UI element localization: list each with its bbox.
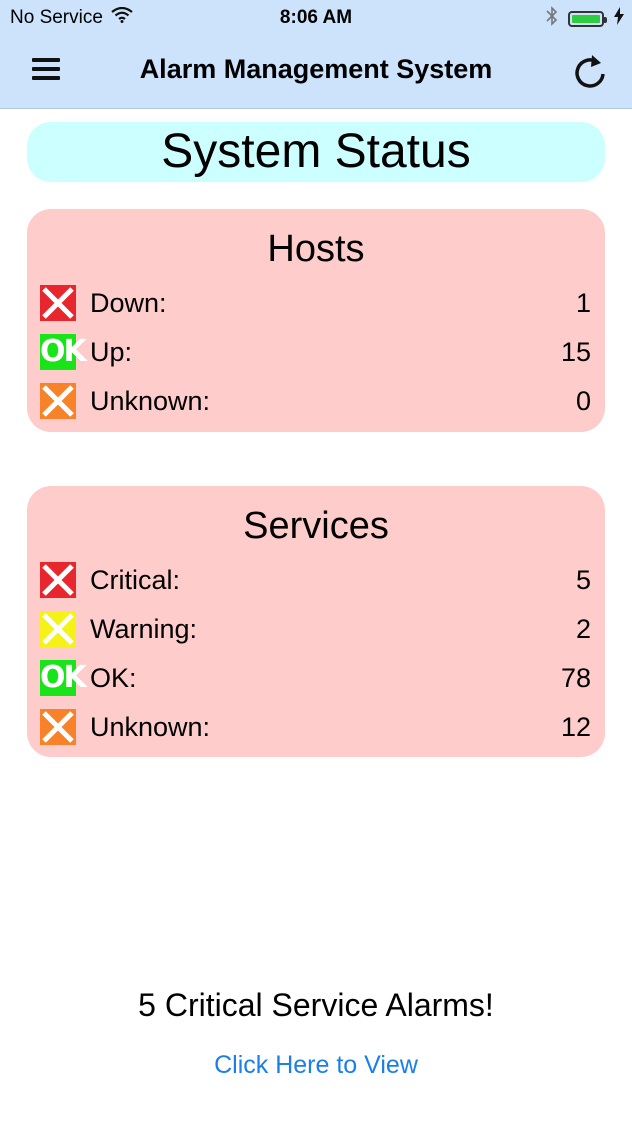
services-row-warning: Warning: 2 xyxy=(27,605,605,654)
system-status-banner: System Status xyxy=(27,122,605,182)
unknown-x-icon xyxy=(40,383,76,419)
hosts-row-unknown: Unknown: 0 xyxy=(27,377,605,426)
hosts-row-up: OK Up: 15 xyxy=(27,328,605,377)
battery-icon xyxy=(568,11,607,27)
row-label: Up: xyxy=(90,337,133,367)
row-label: Unknown: xyxy=(90,712,211,742)
critical-x-icon xyxy=(40,562,76,598)
row-value: 5 xyxy=(575,565,591,595)
row-value: 15 xyxy=(560,337,591,367)
charging-icon xyxy=(614,7,624,31)
services-row-critical: Critical: 5 xyxy=(27,556,605,605)
critical-alarm-message: 5 Critical Service Alarms! xyxy=(138,987,494,1023)
row-value: 12 xyxy=(560,712,591,742)
status-icons xyxy=(546,6,624,32)
row-value: 2 xyxy=(575,614,591,644)
critical-x-icon xyxy=(40,285,76,321)
status-bar: No Service 8:06 AM xyxy=(0,0,632,36)
services-title: Services xyxy=(243,505,389,547)
row-label: Warning: xyxy=(90,614,198,644)
app-screen: No Service 8:06 AM Alarm Management Syst… xyxy=(0,0,632,1125)
row-label: Critical: xyxy=(90,565,181,595)
navigation-bar: Alarm Management System xyxy=(0,36,632,108)
view-alarms-link[interactable]: Click Here to View xyxy=(0,1051,632,1080)
services-row-ok: OK OK: 78 xyxy=(27,654,605,703)
services-row-unknown: Unknown: 12 xyxy=(27,703,605,752)
hosts-title: Hosts xyxy=(267,228,365,270)
refresh-icon[interactable] xyxy=(570,52,610,92)
row-label: Unknown: xyxy=(90,386,211,416)
warning-x-icon xyxy=(40,611,76,647)
row-value: 0 xyxy=(575,386,591,416)
row-value: 1 xyxy=(575,288,591,318)
unknown-x-icon xyxy=(40,709,76,745)
ok-icon: OK xyxy=(40,660,87,696)
hosts-card: Hosts Down: 1 OK Up: 15 Unknown: 0 xyxy=(27,209,605,432)
clock: 8:06 AM xyxy=(279,7,353,28)
page-title: Alarm Management System xyxy=(139,54,493,84)
row-value: 78 xyxy=(560,663,591,693)
row-label: Down: xyxy=(90,288,167,318)
bluetooth-icon xyxy=(546,6,558,32)
ok-icon: OK xyxy=(40,334,87,370)
services-card: Services Critical: 5 Warning: 2 OK OK: 7… xyxy=(27,486,605,757)
hosts-row-down: Down: 1 xyxy=(27,279,605,328)
top-bar: No Service 8:06 AM Alarm Management Syst… xyxy=(0,0,632,109)
row-label: OK: xyxy=(90,663,137,693)
